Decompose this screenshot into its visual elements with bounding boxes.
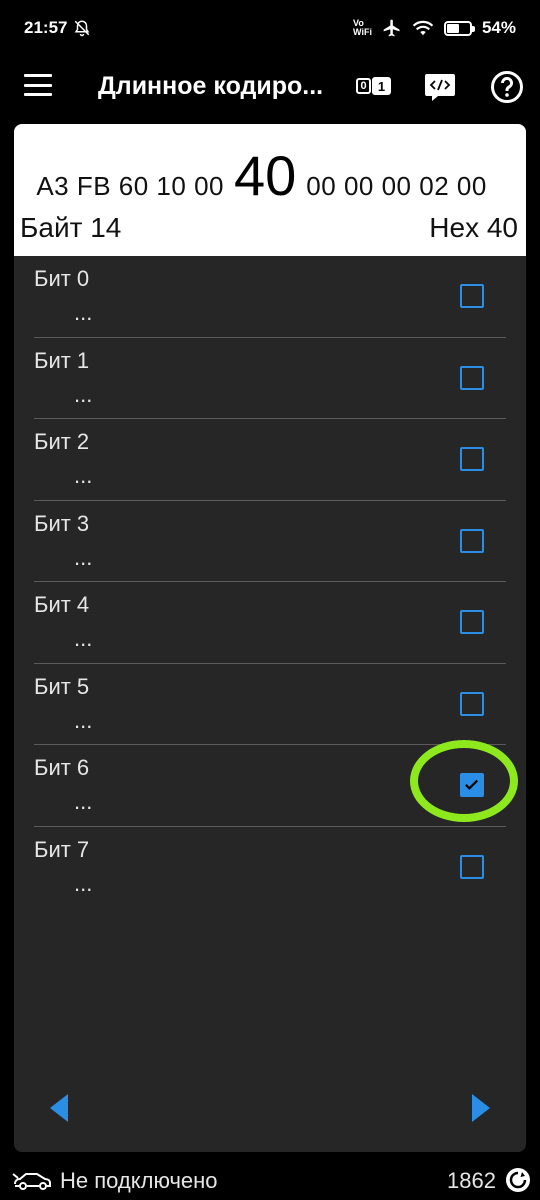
bit-checkbox-7[interactable]: [460, 854, 484, 879]
app-bar: Длинное кодиро... 0 1: [0, 56, 540, 120]
bit-row-0[interactable]: Бит 0 ...: [34, 256, 506, 338]
battery-percent: 54%: [481, 18, 516, 37]
bit-checkbox-4[interactable]: [460, 610, 484, 634]
menu-icon[interactable]: [24, 74, 52, 96]
battery-fill: [446, 23, 459, 33]
bit-desc: ...: [74, 463, 93, 488]
bit-desc: ...: [74, 789, 93, 814]
bit-name: Бит 1: [34, 347, 90, 373]
code-icon[interactable]: [424, 72, 456, 102]
bit-zero-glyph: 0: [356, 78, 371, 94]
status-bar: 21:57 Vo WiFi 54%: [0, 0, 540, 56]
check-icon: [465, 779, 478, 790]
bit-checkbox-0[interactable]: [460, 284, 484, 308]
hex-value-label: Hex 40: [429, 212, 518, 243]
bottom-bar: Не подключено 1862: [0, 1160, 540, 1200]
car-icon: [12, 1173, 51, 1190]
help-icon[interactable]: [490, 70, 524, 104]
bit-row-5[interactable]: Бит 5 ...: [34, 664, 506, 745]
byte-label: Байт 14: [20, 212, 122, 243]
bit-name: Бит 0: [34, 266, 90, 291]
page-title: Длинное кодиро...: [98, 72, 324, 100]
vowifi-indicator: Vo WiFi: [353, 19, 372, 37]
bit-list: Бит 0 ... Бит 1 ... Бит 2 ... Бит 3 ... …: [34, 256, 506, 908]
bit-desc: ...: [74, 870, 93, 896]
hex-after: 00 00 00 02 00: [306, 171, 487, 201]
bit-name: Бит 6: [34, 755, 90, 780]
bit-checkbox-5[interactable]: [460, 691, 484, 716]
bit-row-6[interactable]: Бит 6 ...: [34, 745, 506, 827]
next-byte-arrow-icon[interactable]: [472, 1094, 490, 1122]
counter-value: 1862: [447, 1168, 496, 1193]
bit-desc: ...: [74, 544, 93, 570]
bit-name: Бит 7: [34, 836, 90, 862]
bit-row-3[interactable]: Бит 3 ...: [34, 501, 506, 582]
bit-checkbox-6[interactable]: [460, 773, 484, 797]
bit-desc: ...: [74, 626, 93, 651]
status-left: 21:57: [24, 18, 91, 38]
battery-icon: [443, 20, 475, 36]
bit-desc: ...: [74, 381, 93, 407]
bit-row-4[interactable]: Бит 4 ...: [34, 582, 506, 664]
vowifi-bottom: WiFi: [353, 27, 372, 37]
hex-line[interactable]: A3 FB 60 10 00 40 00 00 00 02 00: [14, 132, 526, 204]
status-right: Vo WiFi 54%: [353, 18, 516, 38]
bit-name: Бит 2: [34, 429, 90, 454]
wifi-icon: [412, 20, 434, 36]
connection-status: Не подключено: [60, 1168, 218, 1193]
hex-before: A3 FB 60 10 00: [36, 171, 224, 201]
bit-toggle-icon[interactable]: 0 1: [356, 76, 392, 96]
airplane-icon: [383, 19, 400, 37]
bit-one-glyph: 1: [372, 77, 391, 95]
hex-current-byte: 40: [234, 144, 297, 204]
bit-name: Бит 3: [34, 510, 90, 536]
bit-name: Бит 4: [34, 592, 90, 617]
bit-checkbox-2[interactable]: [460, 447, 484, 471]
bit-desc: ...: [74, 300, 93, 325]
bit-checkbox-1[interactable]: [460, 365, 484, 390]
bit-checkbox-3[interactable]: [460, 528, 484, 553]
status-time: 21:57: [24, 18, 68, 37]
bit-row-2[interactable]: Бит 2 ...: [34, 419, 506, 501]
bell-off-icon: [75, 20, 90, 37]
bit-row-7[interactable]: Бит 7 ...: [34, 827, 506, 909]
sync-icon[interactable]: [504, 1166, 532, 1194]
bit-desc: ...: [74, 707, 93, 733]
bit-name: Бит 5: [34, 673, 90, 699]
hex-card: A3 FB 60 10 00 40 00 00 00 02 00 Байт 14…: [14, 124, 526, 256]
main-panel: A3 FB 60 10 00 40 00 00 00 02 00 Байт 14…: [14, 124, 526, 1152]
previous-byte-arrow-icon[interactable]: [50, 1094, 68, 1122]
bit-row-1[interactable]: Бит 1 ...: [34, 338, 506, 419]
